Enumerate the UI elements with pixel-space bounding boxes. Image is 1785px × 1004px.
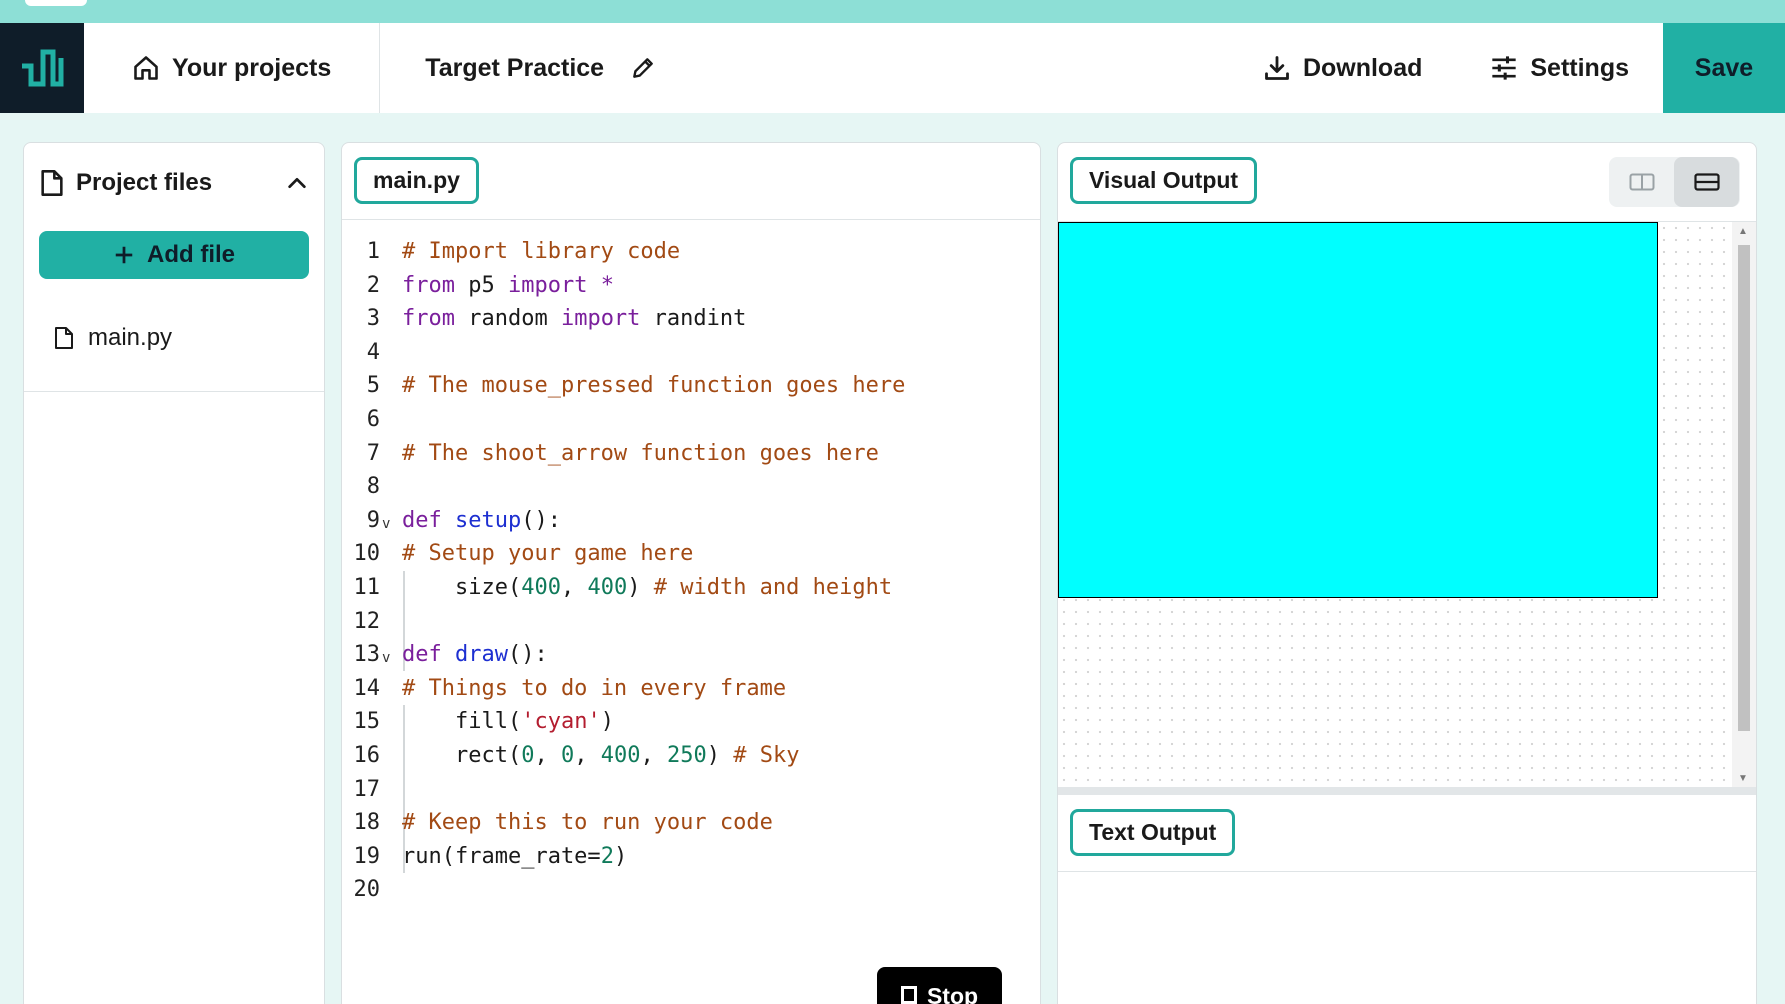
code-text: # Import library code: [402, 239, 681, 264]
plus-icon: [115, 246, 133, 264]
stop-button[interactable]: Stop: [877, 967, 1002, 1004]
code-text: # The mouse_pressed function goes here: [402, 373, 906, 399]
columns-layout-icon: [1629, 173, 1654, 191]
code-line: 1 # Import library code: [342, 235, 1040, 269]
code-line: 10 # Setup your game here: [342, 537, 1040, 571]
code-line: 6: [366, 406, 380, 432]
code-text: def draw():: [402, 642, 548, 668]
stop-icon: [900, 986, 917, 1004]
download-label: Download: [1302, 53, 1423, 82]
fold-chevron-icon[interactable]: v: [382, 508, 390, 542]
scroll-up-arrow-icon[interactable]: ▲: [1738, 226, 1748, 237]
code-line: 17: [353, 776, 381, 802]
chevron-up-icon[interactable]: [286, 172, 308, 194]
project-title: Target Practice: [425, 53, 605, 82]
code-line: 16 rect(0, 0, 400, 250) # Sky: [342, 739, 1040, 773]
code-line: 19 run(frame_rate=2): [342, 840, 1040, 874]
file-item-label: main.py: [88, 324, 173, 351]
code-line: 11 size(400, 400) # width and height: [342, 571, 1040, 605]
text-output-tab[interactable]: Text Output: [1070, 809, 1236, 856]
stop-label: Stop: [926, 983, 979, 1004]
code-text: from random import randint: [402, 306, 747, 332]
code-text: # Setup your game here: [402, 541, 694, 567]
code-text: # Things to do in every frame: [402, 675, 787, 701]
project-files-header[interactable]: Project files: [24, 143, 324, 223]
output-split-handle[interactable]: [1058, 787, 1756, 795]
settings-button[interactable]: Settings: [1456, 23, 1663, 113]
code-text: rect(0, 0, 400, 250) # Sky: [402, 742, 800, 768]
file-item-main-py[interactable]: main.py: [54, 324, 172, 352]
header-spacer: [656, 23, 1229, 113]
code-area[interactable]: 1 # Import library code 2 from p5 import *…: [342, 235, 1040, 907]
rows-layout-icon: [1693, 173, 1720, 191]
editor-divider: [342, 219, 1040, 220]
code-text: from p5 import *: [402, 272, 614, 298]
code-line: 5 # The mouse_pressed function goes here: [342, 369, 1040, 403]
sliders-icon: [1492, 56, 1517, 80]
home-icon: [134, 56, 158, 80]
fold-chevron-icon[interactable]: v: [382, 642, 390, 676]
code-text: size(400, 400) # width and height: [402, 574, 893, 600]
scrollbar-thumb[interactable]: [1738, 245, 1750, 731]
code-line: 15 fill('cyan'): [342, 705, 1040, 739]
logo-icon: [22, 49, 64, 87]
your-projects-link[interactable]: Your projects: [84, 23, 381, 113]
download-icon: [1265, 56, 1289, 80]
code-editor-panel: main.py 1 # Import library code 2 from p5 …: [341, 142, 1041, 1004]
project-files-panel: Project files Add file main.py: [23, 142, 325, 1004]
visual-output-canvas-area: ▲ ▼: [1058, 221, 1756, 788]
file-icon: [55, 327, 73, 349]
sky-rect: [1058, 222, 1658, 598]
file-icon: [41, 170, 63, 196]
code-line: 2 from p5 import *: [342, 269, 1040, 303]
save-button[interactable]: Save: [1663, 23, 1785, 113]
code-text: # The shoot_arrow function goes here: [402, 440, 879, 466]
text-output-divider: [1058, 871, 1756, 872]
code-line: 8: [366, 474, 380, 500]
code-line: 14 # Things to do in every frame: [342, 672, 1040, 706]
side-by-side-layout-button[interactable]: [1609, 157, 1674, 207]
code-line: 13 v def draw():: [342, 638, 1040, 672]
stacked-layout-button[interactable]: [1674, 157, 1739, 207]
scroll-down-arrow-icon[interactable]: ▼: [1738, 773, 1748, 784]
code-text: # Keep this to run your code: [402, 810, 773, 836]
code-line: 12: [353, 608, 381, 634]
layout-toggle: [1609, 157, 1740, 207]
project-files-title: Project files: [76, 169, 213, 196]
top-tab-stub: [25, 0, 87, 6]
visual-output-tab[interactable]: Visual Output: [1070, 157, 1258, 204]
browser-top-strip: [0, 0, 1785, 23]
code-line: 4: [366, 339, 380, 365]
app-logo[interactable]: [0, 23, 84, 113]
pencil-icon[interactable]: [630, 55, 656, 81]
code-text: def setup():: [402, 507, 561, 533]
code-line: 18 # Keep this to run your code: [342, 806, 1040, 840]
code-line: 9 v def setup():: [342, 504, 1040, 538]
canvas-scrollbar[interactable]: ▲ ▼: [1732, 222, 1756, 788]
editor-tab-main-py[interactable]: main.py: [354, 157, 479, 204]
your-projects-label: Your projects: [172, 53, 332, 82]
code-line: 7 # The shoot_arrow function goes here: [342, 437, 1040, 471]
app-header: Your projects Target Practice Download S…: [0, 23, 1785, 113]
project-title-area: Target Practice: [380, 23, 656, 113]
code-line: 3 from random import randint: [342, 302, 1040, 336]
files-divider: [24, 391, 324, 392]
code-line: 20: [353, 877, 381, 903]
code-text: fill('cyan'): [402, 709, 614, 735]
settings-label: Settings: [1530, 53, 1629, 82]
add-file-label: Add file: [147, 241, 235, 268]
download-button[interactable]: Download: [1229, 23, 1456, 113]
output-panel: Visual Output ▲ ▼ Text Output: [1057, 142, 1757, 1004]
code-text: run(frame_rate=2): [402, 843, 628, 869]
add-file-button[interactable]: Add file: [39, 231, 309, 279]
